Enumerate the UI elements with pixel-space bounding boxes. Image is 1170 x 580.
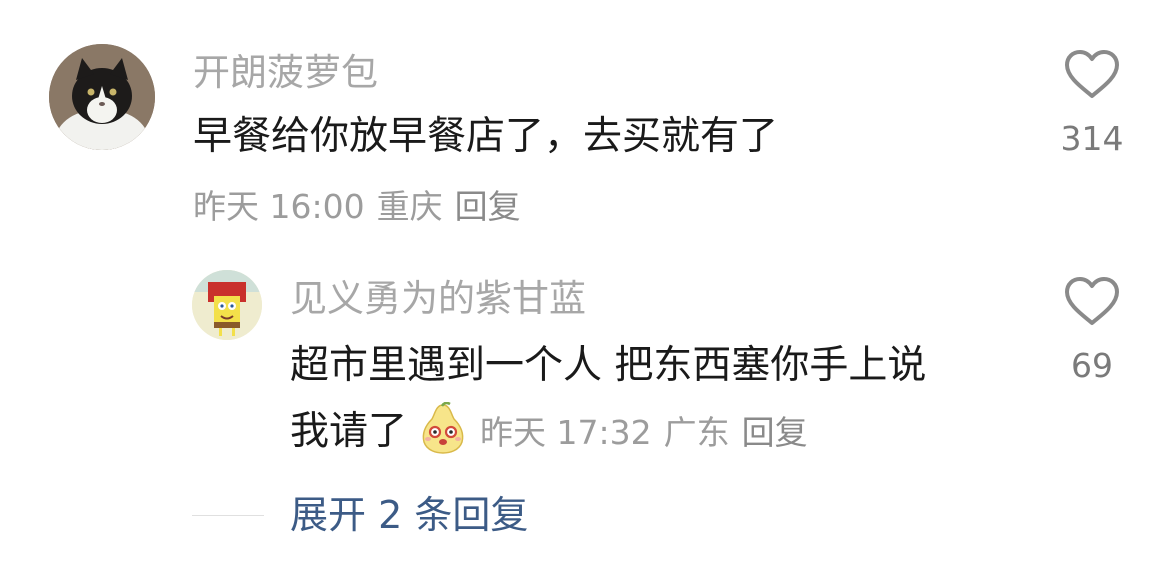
heart-icon bbox=[1065, 50, 1119, 98]
reply-avatar[interactable] bbox=[192, 270, 262, 340]
reply-button[interactable]: 回复 bbox=[742, 413, 808, 452]
reply-button[interactable]: 回复 bbox=[455, 187, 521, 226]
reply-meta: 昨天 17:32 广东 回复 bbox=[480, 416, 808, 449]
expand-divider bbox=[192, 515, 264, 516]
reply-time: 昨天 17:32 bbox=[480, 413, 652, 452]
comment-username[interactable]: 开朗菠萝包 bbox=[193, 54, 378, 91]
pear-face-emoji-icon bbox=[417, 401, 469, 454]
reply-text-line: 超市里遇到一个人 把东西塞你手上说 bbox=[290, 343, 927, 388]
spongebob-avatar-icon bbox=[192, 270, 262, 340]
comment-meta: 昨天 16:00 重庆 回复 bbox=[193, 190, 521, 223]
like-count: 69 bbox=[1071, 346, 1113, 385]
reply-location: 广东 bbox=[663, 413, 730, 452]
comment-time: 昨天 16:00 bbox=[193, 187, 365, 226]
expand-replies-button[interactable]: 展开 2 条回复 bbox=[290, 496, 528, 534]
comment-text: 早餐给你放早餐店了，去买就有了 bbox=[193, 114, 779, 159]
comment-location: 重庆 bbox=[376, 187, 443, 226]
heart-icon bbox=[1065, 277, 1119, 325]
cat-avatar-icon bbox=[49, 44, 155, 150]
reply-like-button[interactable]: 69 bbox=[1057, 277, 1127, 382]
reply-text-line: 我请了 bbox=[290, 409, 408, 454]
reply-username[interactable]: 见义勇为的紫甘蓝 bbox=[290, 280, 586, 317]
avatar[interactable] bbox=[49, 44, 155, 150]
like-count: 314 bbox=[1060, 119, 1124, 158]
like-button[interactable]: 314 bbox=[1057, 50, 1127, 155]
